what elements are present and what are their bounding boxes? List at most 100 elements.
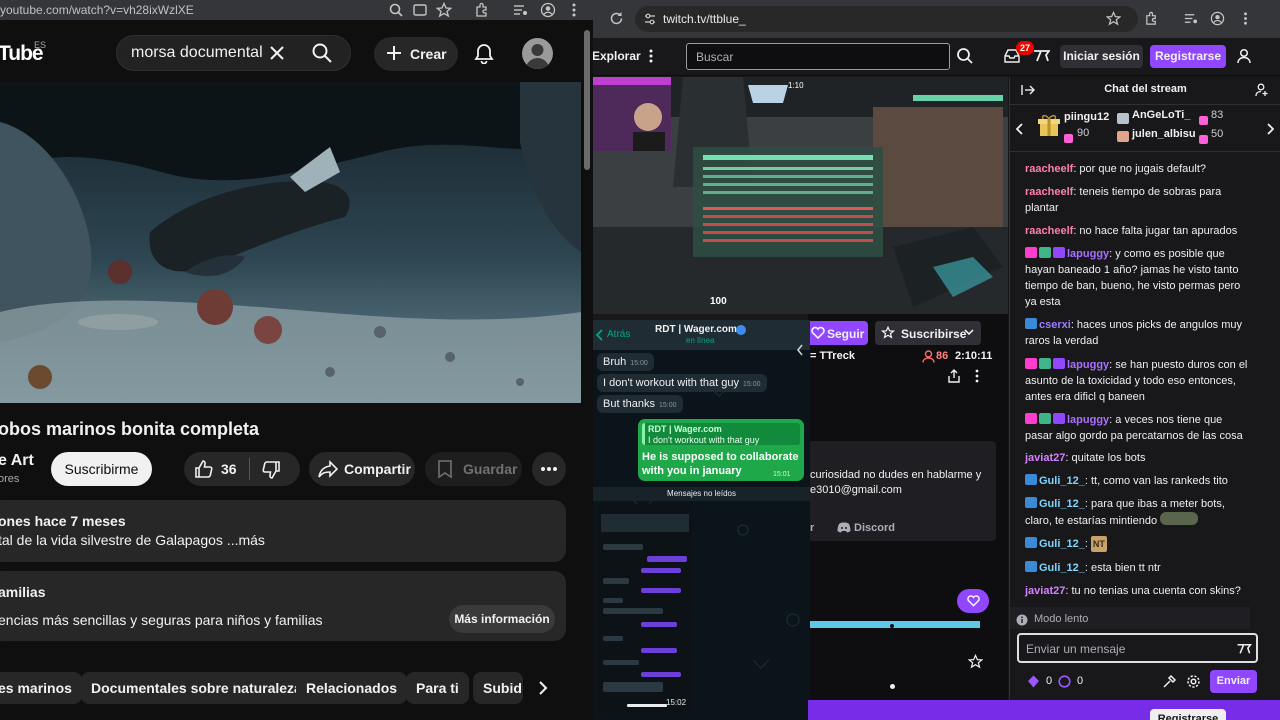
user-icon[interactable] (1236, 48, 1252, 64)
search-input[interactable]: morsa documental (131, 44, 263, 62)
turbo-emote-icon[interactable] (1236, 643, 1252, 655)
avatar[interactable] (522, 38, 553, 69)
settings-gear-icon[interactable] (1186, 674, 1201, 689)
back-label[interactable]: Atrás (607, 329, 630, 340)
description-box[interactable] (0, 500, 566, 562)
more-info-button[interactable]: Más información (449, 605, 555, 633)
back-chevron-icon[interactable] (596, 329, 604, 341)
plus-icon (385, 44, 403, 62)
address-url[interactable]: twitch.tv/ttblue_ (663, 12, 746, 26)
channel-subscribers: ores (0, 473, 20, 485)
menu-dots-icon[interactable] (1238, 11, 1253, 26)
banner-register-button[interactable]: Registrarse (1150, 709, 1226, 720)
bookmark-star-icon[interactable] (1106, 11, 1121, 26)
message-text: But thanks (603, 398, 655, 410)
chat-username[interactable]: Guli_12_ (1039, 498, 1085, 510)
chat-username[interactable]: Guli_12_ (1039, 538, 1085, 550)
login-button[interactable]: Iniciar sesión (1060, 45, 1143, 68)
video-player[interactable] (0, 82, 581, 403)
profile-icon[interactable] (1210, 11, 1225, 26)
star-icon (881, 326, 895, 339)
prime-badge-icon (1025, 318, 1037, 329)
chat-username[interactable]: raacheelf (1025, 225, 1073, 237)
chip-nature-docs[interactable]: Documentales sobre naturaleza (81, 672, 312, 704)
dislike-icon[interactable] (261, 460, 281, 480)
progress-bar (808, 621, 980, 628)
more-options-icon[interactable] (974, 369, 980, 383)
address-url[interactable]: youtube.com/watch?v=vh28ixWzlXE (0, 3, 194, 17)
site-info-icon[interactable] (643, 12, 657, 26)
gifts-prev-icon[interactable] (1016, 123, 1024, 135)
search-icon[interactable] (956, 47, 974, 65)
chat-username[interactable]: javiat27 (1025, 585, 1065, 597)
stream-player[interactable] (593, 77, 1008, 314)
chip-related[interactable]: Relacionados (296, 672, 408, 704)
image-time: 15:02 (666, 698, 687, 707)
description-text[interactable]: tal de la vida silvestre de Galapagos ..… (0, 532, 265, 548)
bookmark-star-icon[interactable] (436, 2, 452, 18)
stream-category[interactable]: = TTreck (810, 350, 855, 362)
collapse-chevron-icon[interactable] (796, 343, 804, 357)
chat-username[interactable]: raacheelf (1025, 186, 1073, 198)
chat-username[interactable]: javiat27 (1025, 452, 1065, 464)
explore-link[interactable]: Explorar (593, 49, 641, 63)
chat-username[interactable]: lapuggy (1067, 414, 1109, 426)
chips-next-icon[interactable] (535, 679, 551, 697)
menu-dots-icon[interactable] (566, 2, 582, 18)
chat-username[interactable]: cserxi (1039, 319, 1071, 331)
channel-points-icon[interactable] (1058, 675, 1071, 688)
media-icon[interactable] (1183, 11, 1198, 26)
mod-tools-icon[interactable] (1162, 674, 1177, 689)
description-meta: ones hace 7 meses (0, 513, 126, 529)
clear-search-icon[interactable] (268, 44, 286, 62)
about-link-r[interactable]: r (810, 522, 814, 534)
chat-users-icon[interactable] (1255, 83, 1269, 97)
reload-icon[interactable] (609, 11, 624, 26)
profile-icon[interactable] (540, 2, 556, 18)
heart-icon (967, 594, 980, 607)
media-icon[interactable] (512, 2, 528, 18)
notifications-bell-icon[interactable] (473, 42, 495, 64)
follow-label: Seguir (827, 327, 865, 341)
chip-uploaded[interactable]: Subid (473, 672, 523, 704)
favorite-star-icon[interactable] (968, 654, 983, 669)
chip-for-you[interactable]: Para ti (406, 672, 469, 704)
gift-user-2[interactable]: AnGeLoTi_ (1132, 109, 1190, 121)
gift-user-3[interactable]: julen_albisu (1132, 128, 1196, 140)
chat-message: Guli_12_: tt, como van las rankeds tito (1025, 473, 1251, 489)
bits-icon[interactable] (1027, 675, 1040, 688)
discord-icon (837, 522, 851, 533)
share-label: Compartir (344, 461, 411, 477)
share-icon[interactable] (947, 369, 961, 383)
chat-text: : quitate los bots (1065, 452, 1146, 464)
search-icon[interactable] (311, 42, 333, 64)
register-button[interactable]: Registrarse (1150, 45, 1226, 68)
gifts-next-icon[interactable] (1266, 123, 1274, 135)
chat-message: Guli_12_: NT (1025, 536, 1251, 552)
discord-link[interactable]: Discord (854, 522, 895, 534)
like-divider (249, 458, 250, 480)
chat-username[interactable]: Guli_12_ (1039, 562, 1085, 574)
create-label: Crear (410, 46, 447, 62)
chat-username[interactable]: raacheelf (1025, 163, 1073, 175)
message-time: 15:00 (658, 402, 677, 409)
channel-name[interactable]: e Art (0, 452, 34, 470)
turbo-icon[interactable] (1033, 49, 1050, 63)
more-menu-icon[interactable] (648, 49, 654, 63)
bits-count: 0 (1046, 675, 1053, 687)
extensions-icon[interactable] (1144, 11, 1159, 26)
chip-marinos[interactable]: es marinos (0, 672, 82, 704)
zoom-icon[interactable] (388, 2, 404, 18)
send-button[interactable]: Enviar (1210, 670, 1257, 693)
chat-username[interactable]: Guli_12_ (1039, 475, 1085, 487)
install-icon[interactable] (412, 2, 428, 18)
contact-name[interactable]: RDT | Wager.com (655, 324, 737, 335)
scrollbar-thumb[interactable] (584, 30, 590, 170)
subscribe-button[interactable]: Suscribirme (51, 452, 152, 486)
extensions-icon[interactable] (474, 2, 490, 18)
gift-user-1[interactable]: piingu12 (1064, 111, 1109, 123)
chat-username[interactable]: lapuggy (1067, 248, 1109, 260)
chat-username[interactable]: lapuggy (1067, 359, 1109, 371)
like-icon[interactable] (194, 459, 214, 479)
image-message[interactable] (597, 504, 693, 714)
